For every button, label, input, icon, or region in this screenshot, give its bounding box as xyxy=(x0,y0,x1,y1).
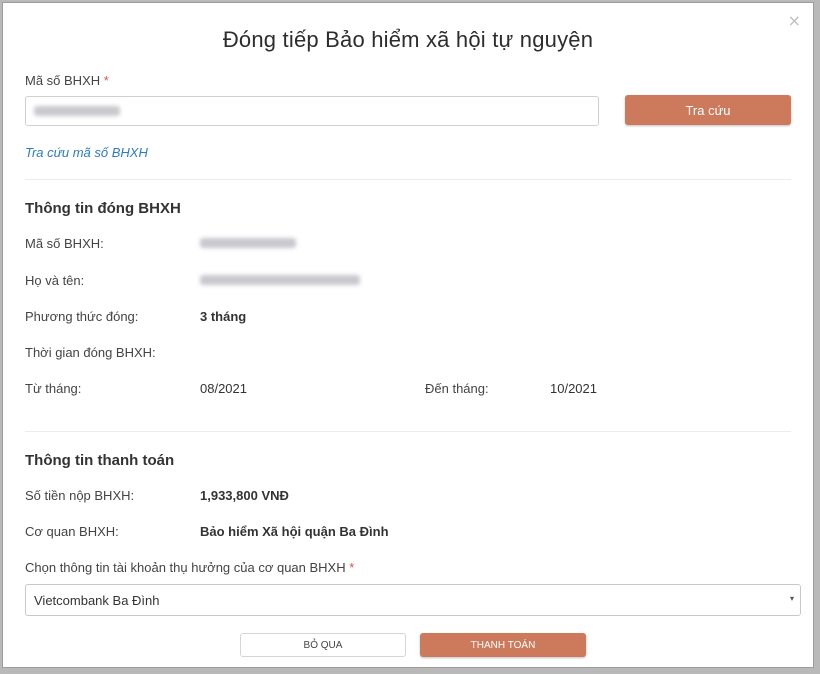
section-payment-info: Thông tin đóng BHXH xyxy=(25,200,181,217)
method-label: Phương thức đóng: xyxy=(25,309,139,324)
agency-value: Bảo hiểm Xã hội quận Ba Đình xyxy=(200,524,389,539)
required-mark: * xyxy=(349,560,355,575)
period-label: Thời gian đóng BHXH: xyxy=(25,345,156,360)
section-billing: Thông tin thanh toán xyxy=(25,452,175,469)
ssn-input[interactable] xyxy=(25,96,599,126)
amount-label: Số tiền nộp BHXH: xyxy=(25,488,135,503)
fullname-label: Họ và tên: xyxy=(25,273,85,288)
chevron-down-icon: ▾ xyxy=(789,594,794,603)
method-value: 3 tháng xyxy=(200,309,247,324)
ssn-label-text: Mã số BHXH xyxy=(25,73,101,88)
redacted-value xyxy=(34,106,120,116)
pay-button[interactable]: THANH TOÁN xyxy=(420,633,586,657)
lookup-button[interactable]: Tra cứu xyxy=(625,95,791,125)
beneficiary-account-label: Chọn thông tin tài khoản thụ hưởng của c… xyxy=(25,560,354,575)
lookup-ssn-link[interactable]: Tra cứu mã số BHXH xyxy=(25,145,148,160)
dialog-title: Đóng tiếp Bảo hiểm xã hội tự nguyện xyxy=(222,27,594,52)
beneficiary-account-select[interactable]: Vietcombank Ba Đình ▾ xyxy=(25,584,801,616)
redacted-ssn xyxy=(200,238,296,248)
to-month-value: 10/2021 xyxy=(550,381,597,396)
amount-value: 1,933,800 VNĐ xyxy=(200,488,289,503)
redacted-fullname xyxy=(200,275,360,285)
to-month-label: Đến tháng: xyxy=(425,381,489,396)
from-month-value: 08/2021 xyxy=(200,381,247,396)
divider xyxy=(25,179,791,180)
from-month-label: Từ tháng: xyxy=(25,381,82,396)
agency-label: Cơ quan BHXH: xyxy=(25,524,119,539)
ssn-label: Mã số BHXH * xyxy=(25,73,109,88)
divider xyxy=(25,431,791,432)
ssn-info-label: Mã số BHXH: xyxy=(25,236,104,251)
required-mark: * xyxy=(103,73,109,88)
cancel-button[interactable]: BỎ QUA xyxy=(240,633,406,657)
dialog: × Đóng tiếp Bảo hiểm xã hội tự nguyện Mã… xyxy=(2,2,814,668)
selected-account: Vietcombank Ba Đình xyxy=(34,593,160,608)
beneficiary-account-label-text: Chọn thông tin tài khoản thụ hưởng của c… xyxy=(25,560,346,575)
